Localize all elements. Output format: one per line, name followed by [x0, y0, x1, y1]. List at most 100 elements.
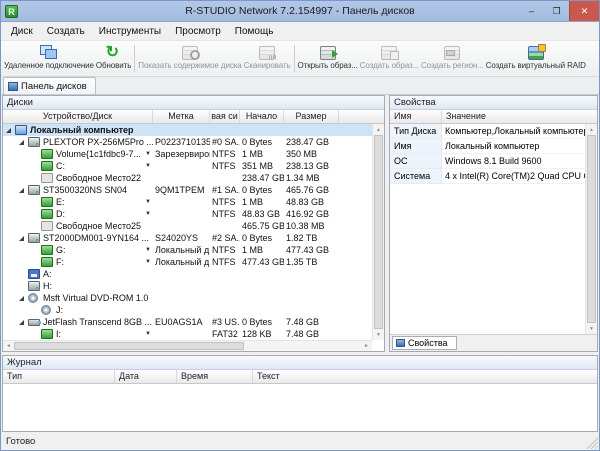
close-button[interactable]: ✕: [569, 1, 599, 21]
scroll-right-icon[interactable]: [361, 341, 372, 351]
property-row[interactable]: ОСWindows 8.1 Build 9600: [390, 154, 597, 169]
tab-device-view[interactable]: Панель дисков: [3, 77, 96, 94]
disk-tree-row[interactable]: Msft Virtual DVD-ROM 1.0: [3, 292, 384, 304]
toolbar-refresh-button[interactable]: Обновить: [95, 43, 132, 74]
properties-column-name[interactable]: Имя: [390, 110, 442, 123]
properties-vertical-scrollbar[interactable]: [585, 124, 597, 334]
disk-tree-row[interactable]: JetFlash Transcend 8GB ...EU0AGS1A#3 US.…: [3, 316, 384, 328]
disks-column-label[interactable]: Метка: [153, 110, 210, 123]
disk-tree-row[interactable]: ST2000DM001-9YN164 ...S24020YS#2 SA...0 …: [3, 232, 384, 244]
disk-tree-row[interactable]: I:FAT32128 KB7.48 GB: [3, 328, 384, 340]
device-name-cell: JetFlash Transcend 8GB ...: [3, 316, 153, 328]
scrollbar-thumb[interactable]: [374, 135, 383, 329]
floppy-icon: [28, 269, 40, 279]
disk-tree-row[interactable]: A:: [3, 268, 384, 280]
disks-vertical-scrollbar[interactable]: [372, 124, 384, 340]
scroll-up-icon[interactable]: [373, 124, 384, 135]
scroll-left-icon[interactable]: [3, 341, 14, 351]
volume-icon: [41, 257, 53, 267]
tab-properties[interactable]: Свойства: [392, 336, 457, 350]
toolbar-button-label: Сканировать: [244, 61, 291, 70]
filesystem-cell: NTFS: [210, 196, 240, 208]
property-row[interactable]: Тип ДискаКомпьютер,Локальный компьютер: [390, 124, 597, 139]
volume-dropdown-icon[interactable]: [145, 208, 151, 220]
maximize-button[interactable]: ❐: [544, 1, 569, 21]
scroll-up-icon[interactable]: [586, 124, 597, 135]
disks-column-size[interactable]: Размер: [284, 110, 339, 123]
disk-tree-row[interactable]: Свободное Место25465.75 GB10.38 MB: [3, 220, 384, 232]
window-controls: – ❐ ✕: [519, 1, 599, 21]
property-value: Локальный компьютер: [442, 139, 597, 154]
tree-expander-spacer: [31, 162, 40, 170]
scroll-down-icon[interactable]: [373, 329, 384, 340]
disks-horizontal-scrollbar[interactable]: [3, 340, 372, 351]
device-name-label: E:: [56, 196, 65, 208]
tree-expander-icon[interactable]: [18, 138, 27, 146]
properties-tab-bar: Свойства: [390, 334, 597, 351]
scrollbar-thumb[interactable]: [14, 342, 244, 350]
properties-column-value[interactable]: Значение: [442, 110, 520, 123]
tree-expander-spacer: [31, 306, 40, 314]
size-cell: 10.38 MB: [284, 220, 339, 232]
disks-column-device[interactable]: Устройство/Диск: [3, 110, 153, 123]
disk-tree-row[interactable]: D:NTFS48.83 GB416.92 GB: [3, 208, 384, 220]
menu-item-disk[interactable]: Диск: [4, 24, 40, 39]
device-name-label: G:: [56, 244, 66, 256]
disk-tree-row[interactable]: H:: [3, 280, 384, 292]
tree-expander-icon[interactable]: [18, 294, 27, 302]
scrollbar-thumb[interactable]: [587, 135, 596, 323]
device-name-cell: G:: [3, 244, 153, 256]
disk-tree-row[interactable]: E:NTFS1 MB48.83 GB: [3, 196, 384, 208]
volume-dropdown-icon[interactable]: [145, 328, 151, 340]
menu-item-help[interactable]: Помощь: [228, 24, 281, 39]
menu-item-tools[interactable]: Инструменты: [92, 24, 168, 39]
scrollbar-track[interactable]: [244, 341, 361, 351]
disk-tree-row[interactable]: F:Локальный д...NTFS477.43 GB1.35 TB: [3, 256, 384, 268]
disks-column-start[interactable]: Начало: [240, 110, 284, 123]
volume-dropdown-icon[interactable]: [145, 256, 151, 268]
create-image-icon: [379, 44, 399, 60]
free-space-icon: [41, 173, 53, 183]
volume-label-cell: EU0AGS1A: [153, 316, 210, 328]
volume-dropdown-icon[interactable]: [145, 196, 151, 208]
disk-tree-row[interactable]: C:NTFS351 MB238.13 GB: [3, 160, 384, 172]
resize-grip[interactable]: [585, 436, 598, 449]
volume-dropdown-icon[interactable]: [145, 160, 151, 172]
toolbar-create-virtual-raid-button[interactable]: Создать виртуальный RAID: [485, 43, 587, 74]
volume-label-cell: P02237101359: [153, 136, 210, 148]
journal-column-date[interactable]: Дата: [115, 370, 177, 383]
disk-tree-row[interactable]: PLEXTOR PX-256M5Pro ...P02237101359#0 SA…: [3, 136, 384, 148]
journal-column-text[interactable]: Текст: [253, 370, 425, 383]
disk-tree-row[interactable]: Локальный компьютер: [3, 124, 384, 136]
property-row[interactable]: Система4 x Intel(R) Core(TM)2 Quad CPU Q…: [390, 169, 597, 184]
start-cell: 0 Bytes: [240, 232, 284, 244]
property-row[interactable]: ИмяЛокальный компьютер: [390, 139, 597, 154]
volume-label-cell: [153, 208, 210, 220]
scroll-down-icon[interactable]: [586, 323, 597, 334]
status-text: Готово: [6, 436, 35, 447]
title-bar[interactable]: R R-STUDIO Network 7.2.154997 - Панель д…: [1, 1, 599, 22]
tree-expander-icon[interactable]: [18, 318, 27, 326]
volume-dropdown-icon[interactable]: [145, 148, 151, 160]
volume-label-cell: Зарезервирова...: [153, 148, 210, 160]
toolbar-remote-connection-button[interactable]: Удаленное подключение: [3, 43, 95, 74]
disk-tree-row[interactable]: J:: [3, 304, 384, 316]
tree-expander-icon[interactable]: [5, 126, 14, 134]
tree-expander-icon[interactable]: [18, 186, 27, 194]
disks-panel-title: Диски: [3, 96, 384, 110]
menu-item-view[interactable]: Просмотр: [168, 24, 228, 39]
device-name-label: D:: [56, 208, 65, 220]
disk-tree-row[interactable]: Volume{1c1fdbc9-7...Зарезервирова...NTFS…: [3, 148, 384, 160]
toolbar-open-image-button[interactable]: Открыть образ...: [297, 43, 359, 74]
journal-column-type[interactable]: Тип: [3, 370, 115, 383]
tree-expander-icon[interactable]: [18, 234, 27, 242]
disks-column-fs[interactable]: вая си: [210, 110, 240, 123]
disk-tree-row[interactable]: G:Локальный д...NTFS1 MB477.43 GB: [3, 244, 384, 256]
minimize-button[interactable]: –: [519, 1, 544, 21]
volume-label-cell: Локальный д...: [153, 256, 210, 268]
disk-tree-row[interactable]: ST3500320NS SN049QM1TPEM#1 SA...0 Bytes4…: [3, 184, 384, 196]
disk-tree-row[interactable]: Свободное Место22238.47 GB1.34 MB: [3, 172, 384, 184]
journal-column-time[interactable]: Время: [177, 370, 253, 383]
volume-dropdown-icon[interactable]: [145, 244, 151, 256]
menu-item-create[interactable]: Создать: [40, 24, 92, 39]
